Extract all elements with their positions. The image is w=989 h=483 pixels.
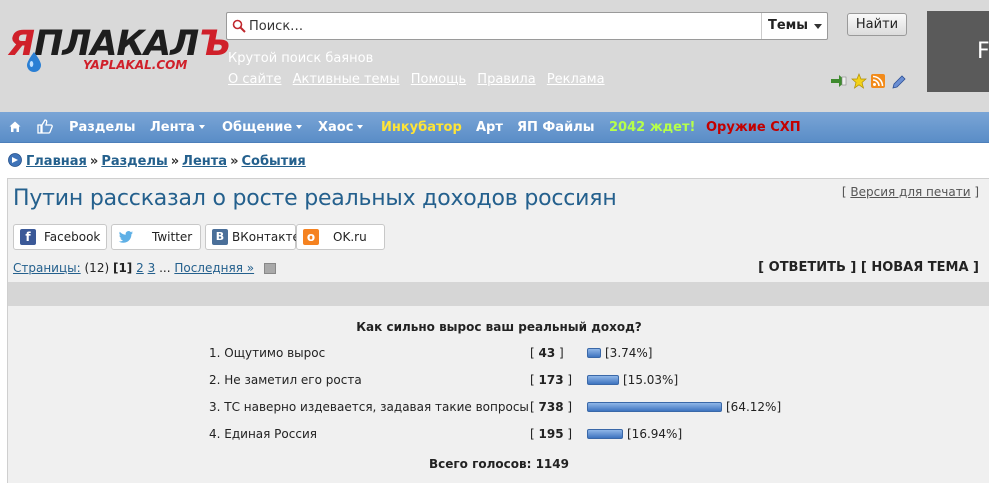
poll-option-percent: [16.94%]: [627, 427, 683, 441]
share-vk-button[interactable]: B ВКонтакте: [205, 224, 300, 250]
pagination: Страницы: (12) [1] 2 3 ... Последняя »: [13, 261, 276, 275]
page-link-3[interactable]: 3: [148, 261, 156, 275]
pages-total: (12): [84, 261, 110, 275]
search-input[interactable]: [249, 15, 779, 37]
site-header: ЯПЛАКАЛЪ YAPLAKAL.COM Темы Найти F Круто…: [0, 0, 989, 112]
search-scope-select[interactable]: Темы: [761, 13, 827, 39]
poll-question: Как сильно вырос ваш реальный доход?: [356, 320, 642, 334]
pages-label[interactable]: Страницы:: [13, 261, 81, 275]
search-icon: [232, 19, 246, 33]
link-rules[interactable]: Правила: [477, 72, 535, 87]
poll-option-label: 4. Единая Россия: [209, 427, 317, 441]
poll-option-label: 1. Ощутимо вырос: [209, 346, 326, 360]
pencil-icon[interactable]: [891, 73, 907, 89]
rss-icon[interactable]: [871, 74, 885, 88]
link-ads[interactable]: Реклама: [547, 72, 605, 87]
page-current: [1]: [112, 261, 133, 275]
poll-option-label: 2. Не заметил его роста: [209, 373, 362, 387]
nav-2042[interactable]: 2042 ждет!: [609, 112, 695, 143]
banner-letter: F: [977, 39, 989, 64]
thumbs-up-icon[interactable]: [37, 119, 53, 134]
poll-option-votes: [ 173 ]: [530, 373, 573, 387]
page-jump-icon[interactable]: [263, 263, 276, 274]
poll-option: 3. ТС наверно издевается, задавая такие …: [8, 398, 989, 418]
link-about[interactable]: О сайте: [228, 72, 282, 87]
poll-option: 4. Единая Россия [ 195 ] [16.94%]: [8, 425, 989, 445]
share-facebook-button[interactable]: f Facebook: [13, 224, 107, 250]
nav-arrow-icon: [8, 153, 22, 167]
poll-option-votes: [ 43 ]: [530, 346, 564, 360]
search-tagline: Крутой поиск баянов: [228, 51, 374, 66]
arrow-icon[interactable]: [831, 75, 847, 87]
poll-option: 2. Не заметил его роста [ 173 ] [15.03%]: [8, 371, 989, 391]
reply-button[interactable]: [ ОТВЕТИТЬ ]: [758, 260, 856, 275]
breadcrumb-home[interactable]: Главная: [26, 154, 87, 169]
print-version-link[interactable]: Версия для печати: [850, 185, 970, 199]
reply-links: [ ОТВЕТИТЬ ] [ НОВАЯ ТЕМА ]: [758, 260, 979, 275]
print-version: [ Версия для печати ]: [841, 185, 979, 199]
chevron-down-icon: [814, 24, 822, 29]
breadcrumb-sections[interactable]: Разделы: [101, 154, 167, 169]
top-links: О сайте Активные темы Помощь Правила Рек…: [228, 72, 612, 87]
poll-bar: [587, 375, 619, 385]
page-link-2[interactable]: 2: [136, 261, 144, 275]
tear-drop-icon: [27, 52, 41, 72]
poll-option: 1. Ощутимо вырос [ 43 ] [3.74%]: [8, 344, 989, 364]
site-logo[interactable]: ЯПЛАКАЛЪ YAPLAKAL.COM: [8, 24, 231, 80]
nav-art[interactable]: Арт: [476, 112, 503, 143]
tool-icons: [831, 73, 911, 89]
poll-total: Всего голосов: 1149: [429, 457, 569, 471]
poll-option-label: 3. ТС наверно издевается, задавая такие …: [209, 400, 529, 414]
page-title: Путин рассказал о росте реальных доходов…: [13, 186, 617, 211]
poll-option-votes: [ 738 ]: [530, 400, 573, 414]
breadcrumb-feed[interactable]: Лента: [182, 154, 227, 169]
home-icon[interactable]: [9, 121, 21, 133]
nav-files[interactable]: ЯП Файлы: [517, 112, 594, 143]
search-box: Темы: [226, 12, 828, 40]
poll-option-percent: [15.03%]: [623, 373, 679, 387]
vk-icon: B: [212, 229, 228, 245]
nav-sections[interactable]: Разделы: [69, 112, 135, 143]
nav-chaos[interactable]: Хаос: [318, 112, 364, 143]
chevron-down-icon: [198, 125, 205, 129]
share-ok-button[interactable]: o OK.ru: [296, 224, 385, 250]
star-icon[interactable]: [851, 73, 867, 89]
main-nav: Разделы Лента Общение Хаос Инкубатор Арт…: [0, 112, 989, 143]
share-twitter-button[interactable]: Twitter: [111, 224, 201, 250]
poll-option-votes: [ 195 ]: [530, 427, 573, 441]
poll-bar: [587, 429, 623, 439]
link-help[interactable]: Помощь: [411, 72, 466, 87]
facebook-icon: f: [20, 229, 36, 245]
nav-weapon[interactable]: Оружие СХП: [706, 112, 801, 143]
nav-feed[interactable]: Лента: [150, 112, 205, 143]
breadcrumb-events[interactable]: События: [241, 154, 305, 169]
find-button[interactable]: Найти: [847, 13, 907, 36]
post-header-bar: [8, 282, 989, 306]
chevron-down-icon: [357, 125, 364, 129]
page-ellipsis: ...: [159, 261, 171, 275]
ok-icon: o: [303, 229, 319, 245]
poll-bar: [587, 402, 722, 412]
banner-block[interactable]: F: [927, 11, 989, 92]
new-topic-button[interactable]: [ НОВАЯ ТЕМА ]: [861, 260, 979, 275]
poll-option-percent: [3.74%]: [605, 346, 653, 360]
nav-communication[interactable]: Общение: [222, 112, 303, 143]
nav-incubator[interactable]: Инкубатор: [381, 112, 462, 143]
topic-container: Путин рассказал о росте реальных доходов…: [7, 178, 989, 483]
logo-domain: YAPLAKAL.COM: [83, 58, 188, 72]
poll-option-percent: [64.12%]: [726, 400, 782, 414]
poll-bar: [587, 348, 601, 358]
twitter-icon: [118, 231, 133, 243]
page-last[interactable]: Последняя »: [174, 261, 254, 275]
breadcrumb: Главная» Разделы» Лента» События: [8, 153, 306, 169]
chevron-down-icon: [296, 125, 303, 129]
link-active-topics[interactable]: Активные темы: [293, 72, 400, 87]
